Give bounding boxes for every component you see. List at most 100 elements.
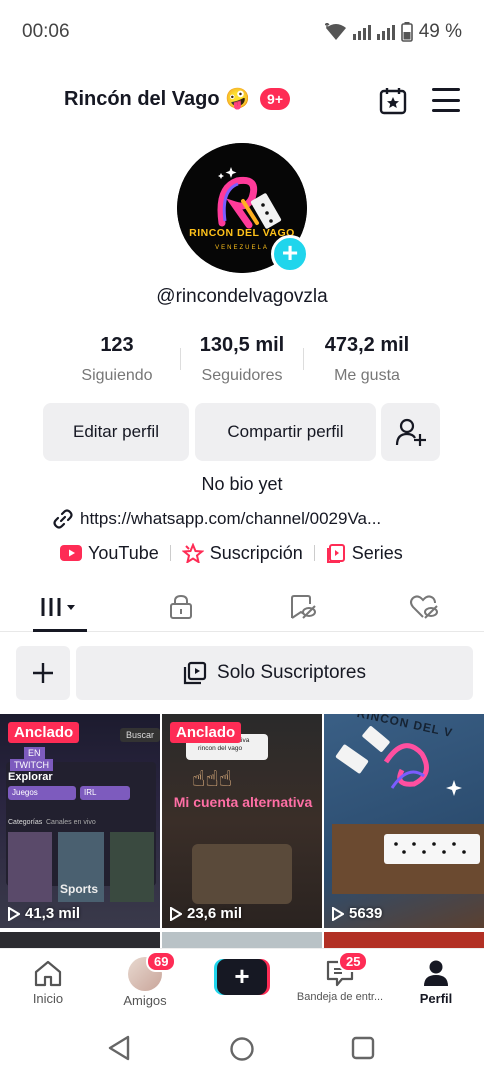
add-content-button[interactable]	[16, 646, 70, 700]
pinned-badge: Anclado	[8, 722, 80, 743]
stat-likes-label: Me gusta	[334, 367, 400, 384]
play-icon	[332, 906, 344, 921]
home-circle-icon[interactable]	[229, 1036, 255, 1062]
nav-home[interactable]: Inicio	[18, 949, 78, 1013]
link-separator	[169, 545, 171, 561]
tab-reposts[interactable]	[275, 584, 329, 630]
grid-sort-icon	[41, 598, 75, 616]
tab-indicator	[33, 629, 87, 632]
create-button: +	[214, 959, 270, 995]
twitch-label: Canales en vivo	[46, 819, 96, 826]
bio-text: No bio yet	[201, 474, 283, 494]
youtube-link[interactable]: YouTube	[60, 543, 159, 564]
account-name: Rincón del Vago 🤪	[64, 88, 251, 110]
subscriber-video-icon	[183, 661, 207, 685]
stat-likes[interactable]: 473,2 mil Me gusta	[313, 334, 421, 385]
menu-icon[interactable]	[432, 88, 460, 112]
stat-following-label: Siguiendo	[81, 367, 153, 384]
add-avatar-button[interactable]: +	[271, 235, 309, 273]
battery-icon	[400, 22, 413, 42]
profile-links: YouTube Suscripción Series	[60, 540, 403, 566]
video-thumbnail[interactable]: Juegos IRL Categorías Canales en vivo Sp…	[0, 714, 160, 928]
share-profile-button[interactable]: Compartir perfil	[195, 403, 376, 461]
twitch-label: Categorías	[8, 819, 43, 826]
calendar-star-icon[interactable]	[378, 86, 408, 116]
status-bar: 00:06 49 %	[0, 0, 484, 64]
subscriber-actions: Solo Suscriptores	[16, 646, 473, 700]
add-person-icon	[395, 418, 426, 446]
nav-inbox[interactable]: Bandeja de entr... 25	[288, 949, 392, 1013]
edit-profile-button[interactable]: Editar perfil	[43, 403, 189, 461]
view-count: 5639	[332, 905, 382, 922]
bio-link-text: https://whatsapp.com/channel/0029Va...	[80, 509, 382, 528]
system-navigation	[0, 1012, 484, 1080]
recents-icon[interactable]	[351, 1036, 375, 1060]
view-count-value: 41,3 mil	[25, 905, 81, 922]
link-icon	[53, 509, 73, 529]
view-count-value: 23,6 mil	[187, 905, 243, 922]
content-tabs	[0, 584, 484, 632]
video-grid: Juegos IRL Categorías Canales en vivo Sp…	[0, 714, 484, 950]
hidden-bookmark-icon	[291, 595, 316, 619]
stat-following[interactable]: 123 Siguiendo	[72, 334, 162, 385]
nav-friends[interactable]: Amigos 69	[108, 949, 182, 1013]
twitch-category: IRL	[80, 786, 130, 800]
stat-likes-value: 473,2 mil	[324, 334, 410, 356]
nav-profile-label: Perfil	[419, 991, 453, 1006]
notification-badge: 9+	[260, 87, 291, 110]
subscription-icon	[181, 543, 204, 563]
nav-home-label: Inicio	[32, 991, 64, 1006]
twitch-card	[110, 832, 154, 902]
plus-icon: +	[217, 959, 267, 995]
video-thumbnail[interactable]: RINCON DEL V 5639	[324, 714, 484, 928]
tab-videos[interactable]	[33, 584, 87, 630]
avatar[interactable]: RINCON DEL VAGO VENEZUELA +	[177, 143, 309, 273]
back-icon[interactable]	[106, 1034, 132, 1062]
overlay-caption: Mi cuenta alternativa	[173, 794, 313, 810]
hidden-heart-icon	[410, 595, 438, 619]
tab-liked[interactable]	[397, 584, 451, 630]
pinned-badge: Anclado	[170, 722, 242, 743]
friends-badge: 69	[146, 951, 177, 972]
series-link-label: Series	[351, 542, 403, 563]
lock-icon	[170, 594, 192, 619]
domino-scene	[332, 726, 484, 894]
tab-private[interactable]	[154, 584, 208, 630]
nav-friends-label: Amigos	[123, 993, 167, 1008]
profile-icon	[424, 960, 448, 986]
status-time: 00:06	[22, 21, 70, 42]
subscription-link[interactable]: Suscripción	[181, 543, 303, 564]
youtube-icon	[60, 545, 82, 561]
profile-stats: 123 Siguiendo 130,5 mil Seguidores 473,2…	[0, 334, 484, 394]
youtube-link-label: YouTube	[88, 542, 159, 563]
bio-link[interactable]: https://whatsapp.com/channel/0029Va...	[52, 508, 381, 530]
subscribers-only-label: Solo Suscriptores	[217, 662, 366, 683]
nav-create[interactable]: +	[212, 949, 272, 1013]
stat-followers[interactable]: 130,5 mil Seguidores	[187, 334, 297, 385]
video-thumbnail[interactable]: cuenta alternativa rincon del vago ☝☝☝ M…	[162, 714, 322, 928]
view-count: 41,3 mil	[8, 905, 80, 922]
signal-icon	[352, 24, 371, 40]
link-separator	[313, 545, 315, 561]
bottom-navigation: Inicio Amigos 69 + Bandeja de entr... 25…	[0, 948, 484, 1012]
stat-divider	[180, 348, 181, 370]
home-icon	[34, 960, 62, 987]
hand-emojis: ☝☝☝	[192, 766, 233, 791]
twitch-search: Buscar	[120, 728, 160, 742]
twitch-card-label: Sports	[60, 882, 99, 896]
twitch-category: Juegos	[8, 786, 76, 800]
add-friend-button[interactable]	[381, 403, 440, 461]
overlay-explorar: Explorar	[8, 771, 53, 783]
wifi-icon	[324, 23, 346, 40]
username: @rincondelvagovzla	[156, 286, 328, 307]
stat-followers-label: Seguidores	[201, 367, 283, 384]
stat-divider	[303, 348, 304, 370]
subscribers-only-button[interactable]: Solo Suscriptores	[76, 646, 473, 700]
profile-header: Rincón del Vago 🤪 9+	[0, 76, 484, 124]
status-icons: 49 %	[324, 21, 462, 43]
account-switcher[interactable]: Rincón del Vago 🤪 9+	[64, 86, 291, 111]
series-link[interactable]: Series	[326, 543, 403, 564]
series-icon	[326, 544, 345, 563]
nav-profile[interactable]: Perfil	[408, 949, 464, 1013]
view-count: 23,6 mil	[170, 905, 242, 922]
